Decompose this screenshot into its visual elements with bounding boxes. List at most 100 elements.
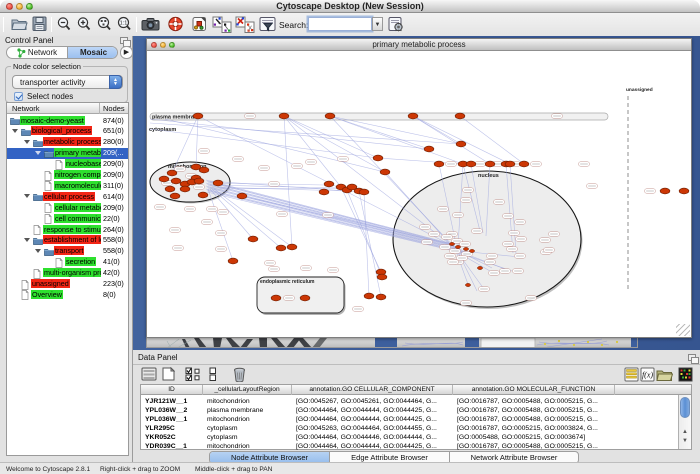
- save-icon[interactable]: [32, 16, 47, 32]
- graph-node[interactable]: [380, 169, 390, 175]
- graph-edge[interactable]: [150, 123, 461, 144]
- tree-row[interactable]: metabolic process280(0): [7, 137, 129, 148]
- tree-row-label[interactable]: nucleobase-: [65, 159, 101, 168]
- graph-node[interactable]: [180, 186, 190, 192]
- tree-row[interactable]: primary metabol209(...: [7, 148, 129, 159]
- graph-node[interactable]: [198, 192, 208, 198]
- tree-expand-arrow[interactable]: [35, 249, 41, 253]
- graph-edge[interactable]: [330, 116, 429, 149]
- graph-node[interactable]: [455, 113, 465, 119]
- table-scrollbar[interactable]: ▲▼: [678, 395, 691, 449]
- graph-edge[interactable]: [359, 191, 381, 297]
- column-header[interactable]: annotation.GO MOLECULAR_FUNCTION: [453, 385, 615, 395]
- snapshot-icon[interactable]: [141, 16, 160, 32]
- graph-node[interactable]: [505, 161, 515, 167]
- graph-edge[interactable]: [150, 119, 429, 149]
- tree-expand-arrow[interactable]: [24, 140, 30, 144]
- tree-row-label[interactable]: cellular process: [43, 192, 95, 201]
- graph-node[interactable]: [248, 236, 258, 242]
- tree-row-label[interactable]: response to stimulu: [43, 225, 101, 234]
- tree-row-label[interactable]: macromolecule: [54, 181, 101, 190]
- combo-spinner[interactable]: ▲▼: [109, 75, 122, 89]
- graph-node[interactable]: [465, 283, 470, 286]
- tree-header[interactable]: Network Nodes: [7, 103, 128, 114]
- import-attributes-icon[interactable]: [656, 367, 673, 382]
- tree-row[interactable]: response to stimulu264(0): [7, 224, 129, 235]
- graph-node[interactable]: [364, 293, 374, 299]
- graph-node[interactable]: [237, 193, 247, 199]
- tree-row-label[interactable]: cellular metabo: [54, 203, 101, 212]
- tree-row[interactable]: Overview8(0): [7, 289, 129, 300]
- tree-row-label[interactable]: Overview: [31, 290, 63, 299]
- graph-node[interactable]: [170, 193, 180, 199]
- graph-edge[interactable]: [284, 116, 292, 247]
- tree-row[interactable]: multi-organism pro42(0): [7, 268, 129, 279]
- delete-attribute-icon[interactable]: [233, 367, 246, 382]
- new-attribute-icon[interactable]: [162, 367, 175, 381]
- network-canvas[interactable]: plasma membranecytoplasmnucleusmitochond…: [147, 51, 691, 337]
- graph-node[interactable]: [408, 113, 418, 119]
- tree-row-label[interactable]: primary metabol: [54, 148, 101, 157]
- table-row[interactable]: YKR052Ccytoplasm[GO:0044464, GO:0044446,…: [141, 433, 675, 442]
- tree-row-label[interactable]: unassigned: [31, 279, 70, 288]
- graph-edge[interactable]: [196, 116, 198, 167]
- tree-row-label[interactable]: establishment of lo: [43, 235, 101, 244]
- graph-node[interactable]: [485, 161, 495, 167]
- birdseye-icon[interactable]: [192, 16, 207, 32]
- tree-row[interactable]: transport558(0): [7, 246, 129, 257]
- graph-node[interactable]: [171, 178, 181, 184]
- graph-node[interactable]: [519, 161, 529, 167]
- compartment-plasma-membrane[interactable]: [150, 113, 608, 120]
- graph-node[interactable]: [455, 245, 460, 248]
- search-options-icon[interactable]: [388, 16, 404, 33]
- float-panel-icon[interactable]: [688, 354, 696, 361]
- table-row[interactable]: YPL036W__2plasma membrane[GO:0044464, GO…: [141, 406, 675, 415]
- tab-network[interactable]: Network: [7, 47, 67, 58]
- import-matrix-icon[interactable]: [678, 367, 693, 382]
- graph-node[interactable]: [199, 167, 209, 173]
- graph-node[interactable]: [434, 161, 444, 167]
- main-titlebar[interactable]: Cytoscape Desktop (New Session): [0, 0, 700, 13]
- tree-expand-arrow[interactable]: [24, 194, 30, 198]
- column-header[interactable]: _cellularLayoutRegion: [203, 385, 292, 395]
- graph-node[interactable]: [660, 188, 670, 194]
- column-header[interactable]: ID: [141, 385, 203, 395]
- table-row[interactable]: YLR295Ccytoplasm[GO:0045263, GO:0044464,…: [141, 424, 675, 433]
- tab-mosaic[interactable]: Mosaic: [67, 47, 118, 58]
- graph-edge[interactable]: [198, 116, 447, 243]
- node-color-combo[interactable]: transporter activity ▲▼: [12, 75, 123, 89]
- tree-row[interactable]: cellular metabo209(0): [7, 202, 129, 213]
- formula-fx-icon[interactable]: f(x): [640, 367, 655, 382]
- tree-row-label[interactable]: secretion: [65, 257, 96, 266]
- tree-row[interactable]: cellular process614(0): [7, 191, 129, 202]
- tree-row-label[interactable]: transport: [54, 246, 84, 255]
- graph-node[interactable]: [228, 258, 238, 264]
- tree-row[interactable]: macromolecule311(0): [7, 180, 129, 191]
- graph-edge[interactable]: [364, 192, 369, 296]
- table-row[interactable]: YPL036W__1mitochondrion[GO:0044464, GO:0…: [141, 415, 675, 424]
- tree-row-label[interactable]: mosaic-demo-yeast: [20, 116, 85, 125]
- graph-node[interactable]: [194, 178, 204, 184]
- help-ring-icon[interactable]: [167, 16, 184, 32]
- tree-row-label[interactable]: cell communicat: [54, 214, 101, 223]
- graph-edge[interactable]: [413, 116, 490, 164]
- graph-node[interactable]: [159, 176, 169, 182]
- graph-node[interactable]: [377, 274, 387, 280]
- select-attributes-icon[interactable]: [185, 367, 202, 381]
- column-header[interactable]: annotation.GO CELLULAR_COMPONENT: [292, 385, 453, 395]
- unselect-attributes-icon[interactable]: [208, 367, 218, 381]
- graph-node[interactable]: [193, 113, 203, 119]
- graph-node[interactable]: [469, 249, 474, 252]
- network-graph[interactable]: plasma membranecytoplasmnucleusmitochond…: [147, 51, 691, 337]
- graph-node[interactable]: [466, 161, 476, 167]
- graph-node[interactable]: [276, 245, 286, 251]
- graph-node[interactable]: [376, 294, 386, 300]
- select-nodes-checkbox[interactable]: [14, 92, 23, 101]
- graph-node[interactable]: [679, 188, 689, 194]
- graph-node[interactable]: [463, 247, 468, 250]
- tree-row-label[interactable]: nitrogen compo: [54, 170, 101, 179]
- tree-row-label[interactable]: multi-organism pro: [43, 268, 101, 277]
- table-row[interactable]: YDR039C__1mitochondrion[GO:0044464, GO:0…: [141, 442, 675, 451]
- graph-edge[interactable]: [460, 116, 524, 164]
- open-file-icon[interactable]: [11, 16, 28, 32]
